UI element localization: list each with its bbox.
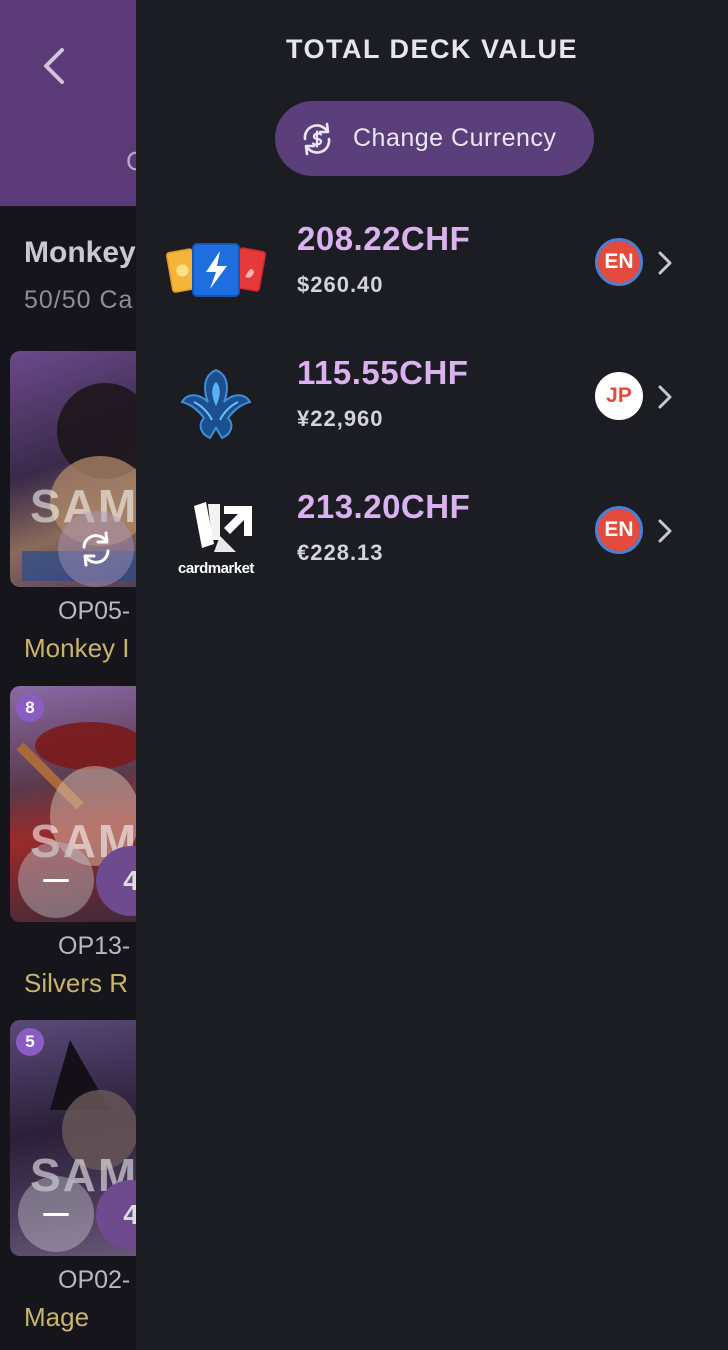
decrease-quantity-button[interactable] bbox=[18, 842, 94, 918]
card-name: Mage bbox=[24, 1302, 90, 1332]
deck-title: Monkey bbox=[24, 236, 136, 269]
language-badge-en: EN bbox=[595, 506, 643, 554]
chevron-right-icon bbox=[658, 251, 672, 275]
deck-value-original-currency: $260.40 bbox=[297, 272, 384, 297]
cardmarket-logo-text: cardmarket bbox=[178, 560, 254, 577]
chevron-right-icon bbox=[658, 385, 672, 409]
currency-exchange-icon bbox=[303, 122, 331, 155]
card-name: Silvers R bbox=[24, 968, 129, 998]
language-badge-jp: JP bbox=[595, 372, 643, 420]
refresh-icon bbox=[82, 531, 110, 567]
language-badge-en: EN bbox=[595, 238, 643, 286]
change-currency-label: Change Currency bbox=[353, 124, 557, 152]
phoenix-icon bbox=[164, 362, 268, 444]
deck-card-count: 50/50 Ca bbox=[24, 286, 134, 314]
deck-value-original-currency: €228.13 bbox=[297, 540, 384, 565]
decrease-quantity-button[interactable] bbox=[18, 1176, 94, 1252]
cost-badge: 5 bbox=[16, 1028, 44, 1056]
deck-value-original-currency: ¥22,960 bbox=[297, 406, 384, 431]
deck-value-chf: 208.22CHF bbox=[297, 220, 471, 257]
cardmarket-logo: cardmarket bbox=[164, 496, 268, 578]
back-button[interactable] bbox=[36, 44, 76, 88]
price-row-tcgplayer[interactable]: 208.22CHF $260.40 EN bbox=[136, 214, 728, 324]
cost-badge: 8 bbox=[16, 694, 44, 722]
chevron-left-icon bbox=[44, 48, 64, 84]
tcgplayer-cards-icon bbox=[164, 228, 268, 310]
swap-button[interactable] bbox=[58, 511, 134, 587]
card-code: OP02- bbox=[58, 1266, 131, 1294]
change-currency-button[interactable]: Change Currency bbox=[275, 101, 594, 176]
card-code: OP05- bbox=[58, 597, 131, 625]
card-code: OP13- bbox=[58, 932, 131, 960]
price-row-cardmarket[interactable]: cardmarket 213.20CHF €228.13 EN bbox=[136, 482, 728, 592]
deck-value-chf: 213.20CHF bbox=[297, 488, 471, 525]
card-name: Monkey I bbox=[24, 633, 130, 663]
deck-value-chf: 115.55CHF bbox=[297, 354, 469, 391]
drawer-title: TOTAL DECK VALUE bbox=[285, 34, 578, 64]
chevron-right-icon bbox=[658, 519, 672, 543]
price-row-japanese-market[interactable]: 115.55CHF ¥22,960 JP bbox=[136, 348, 728, 458]
deck-value-drawer: TOTAL DECK VALUE Change Currency 208.22C… bbox=[136, 0, 728, 1350]
